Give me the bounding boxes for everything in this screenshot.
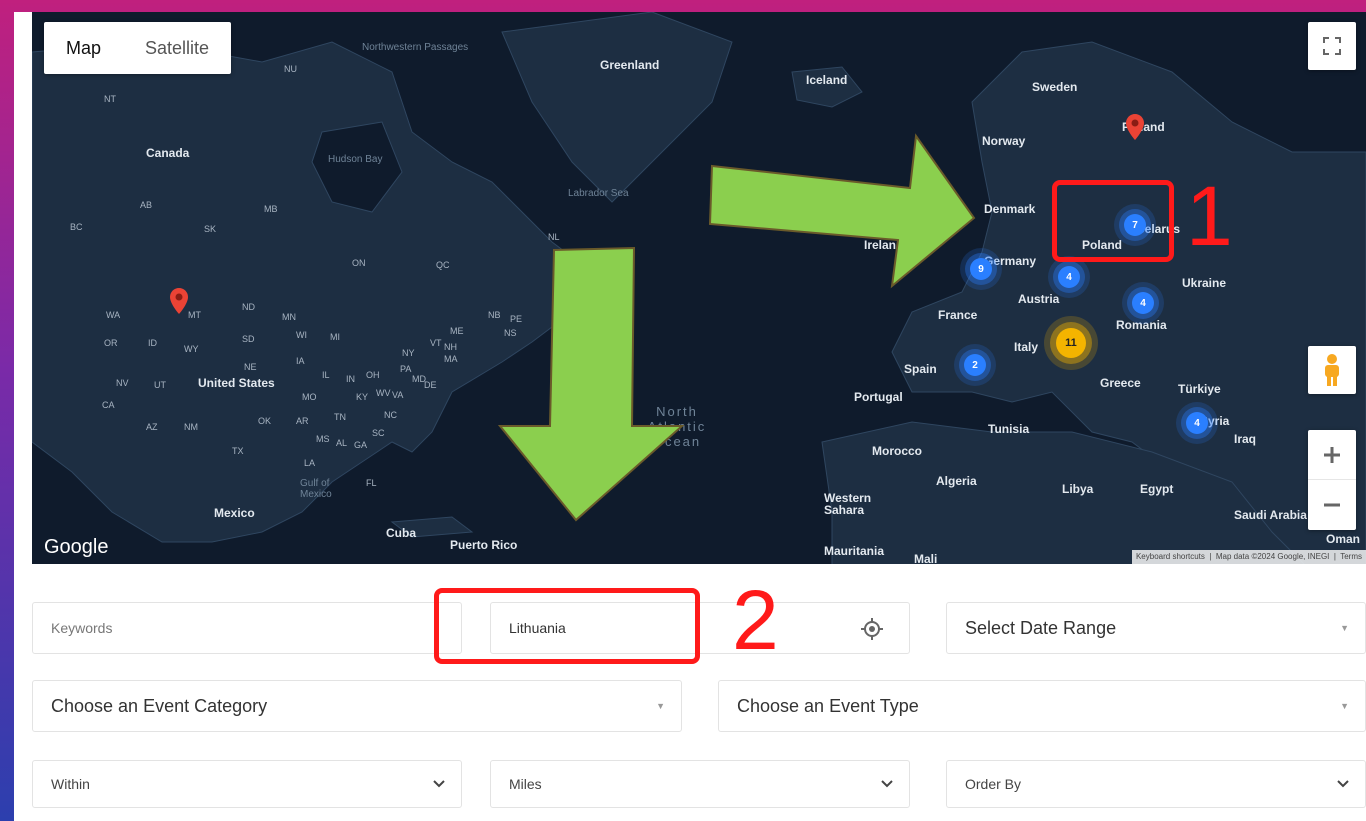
annotation-box-1 <box>1052 180 1174 262</box>
locate-me-icon[interactable] <box>861 618 883 640</box>
within-label: Within <box>51 776 90 792</box>
units-select[interactable]: Miles <box>490 760 910 808</box>
chevron-down-icon <box>881 780 893 788</box>
event-type-label: Choose an Event Type <box>737 695 919 716</box>
date-range-select[interactable]: Select Date Range ▼ <box>946 602 1366 654</box>
keywords-placeholder: Keywords <box>51 620 113 636</box>
chevron-down-icon <box>1337 780 1349 788</box>
annotation-box-2 <box>434 588 700 664</box>
date-range-label: Select Date Range <box>965 617 1117 638</box>
annotation-number-2: 2 <box>732 573 779 667</box>
chevron-down-icon <box>433 780 445 788</box>
annotation-arrow-down <box>497 246 685 522</box>
within-select[interactable]: Within <box>32 760 462 808</box>
caret-down-icon: ▼ <box>1340 701 1349 711</box>
annotation-arrow-right <box>708 133 976 289</box>
caret-down-icon: ▼ <box>1340 623 1349 633</box>
order-by-label: Order By <box>965 776 1022 792</box>
caret-down-icon: ▼ <box>656 701 665 711</box>
keywords-input[interactable]: Keywords <box>32 602 462 654</box>
event-category-select[interactable]: Choose an Event Category ▼ <box>32 680 682 732</box>
units-label: Miles <box>509 776 542 792</box>
event-category-label: Choose an Event Category <box>51 695 268 716</box>
app-frame: Northwestern Passages Greenland Iceland … <box>14 12 1366 821</box>
order-by-select[interactable]: Order By <box>946 760 1366 808</box>
event-type-select[interactable]: Choose an Event Type ▼ <box>718 680 1366 732</box>
annotation-number-1: 1 <box>1186 169 1233 263</box>
